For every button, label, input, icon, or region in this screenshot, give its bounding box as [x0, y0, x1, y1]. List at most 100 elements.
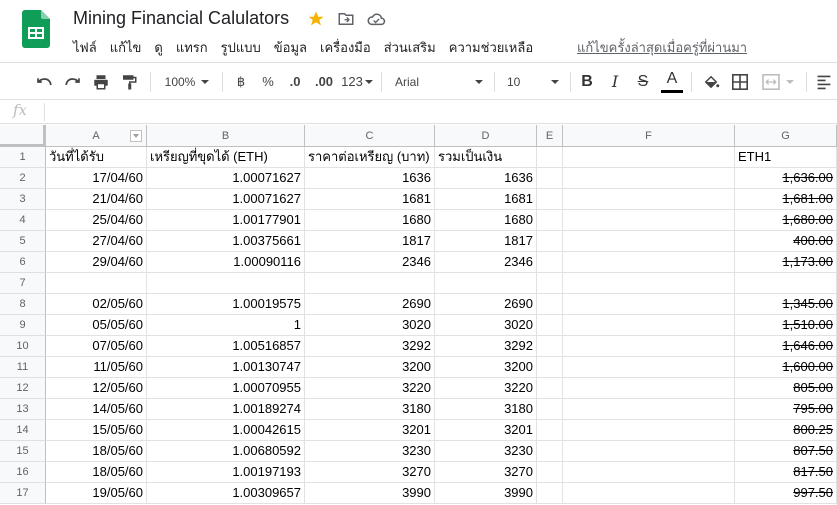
cell-b9[interactable]: 1 [147, 315, 305, 336]
cell-a14[interactable]: 15/05/60 [46, 420, 147, 441]
cell-e7[interactable] [537, 273, 563, 294]
cell-a10[interactable]: 07/05/60 [46, 336, 147, 357]
row-header[interactable]: 17 [0, 483, 46, 504]
row-header[interactable]: 2 [0, 168, 46, 189]
row-header[interactable]: 9 [0, 315, 46, 336]
cell-e9[interactable] [537, 315, 563, 336]
row-header[interactable]: 12 [0, 378, 46, 399]
cell-b4[interactable]: 1.00177901 [147, 210, 305, 231]
cloud-saved-icon[interactable] [366, 9, 386, 29]
cell-d8[interactable]: 2690 [435, 294, 537, 315]
row-header[interactable]: 7 [0, 273, 46, 294]
cell-c5[interactable]: 1817 [305, 231, 435, 252]
cell-f7[interactable] [563, 273, 735, 294]
cell-b12[interactable]: 1.00070955 [147, 378, 305, 399]
cell-g4[interactable]: 1,680.00 [735, 210, 837, 231]
bold-button[interactable]: B [577, 63, 597, 100]
cell-a7[interactable] [46, 273, 147, 294]
cell-g17[interactable]: 997.50 [735, 483, 837, 504]
cell-g16[interactable]: 817.50 [735, 462, 837, 483]
cell-c16[interactable]: 3270 [305, 462, 435, 483]
menu-format[interactable]: รูปแบบ [221, 37, 261, 58]
row-header[interactable]: 13 [0, 399, 46, 420]
menu-file[interactable]: ไฟล์ [73, 37, 97, 58]
cell-e11[interactable] [537, 357, 563, 378]
row-header[interactable]: 15 [0, 441, 46, 462]
cell-b2[interactable]: 1.00071627 [147, 168, 305, 189]
cell-d11[interactable]: 3200 [435, 357, 537, 378]
zoom-select[interactable]: 100% [158, 63, 216, 100]
row-header[interactable]: 8 [0, 294, 46, 315]
cell-b5[interactable]: 1.00375661 [147, 231, 305, 252]
menu-edit[interactable]: แก้ไข [110, 37, 142, 58]
fill-color-button[interactable] [700, 63, 722, 100]
currency-format-button[interactable]: ฿ [231, 63, 251, 100]
cell-f1[interactable] [563, 147, 735, 168]
cell-a11[interactable]: 11/05/60 [46, 357, 147, 378]
cell-b17[interactable]: 1.00309657 [147, 483, 305, 504]
filter-dropdown-icon[interactable] [130, 130, 142, 142]
cell-c9[interactable]: 3020 [305, 315, 435, 336]
cell-c1[interactable]: ราคาต่อเหรียญ (บาท) [305, 147, 435, 168]
column-header-e[interactable]: E [537, 125, 563, 147]
column-header-c[interactable]: C [305, 125, 435, 147]
cell-g14[interactable]: 800.25 [735, 420, 837, 441]
cell-a17[interactable]: 19/05/60 [46, 483, 147, 504]
cell-d9[interactable]: 3020 [435, 315, 537, 336]
cell-c15[interactable]: 3230 [305, 441, 435, 462]
row-header[interactable]: 3 [0, 189, 46, 210]
cell-d17[interactable]: 3990 [435, 483, 537, 504]
row-header[interactable]: 4 [0, 210, 46, 231]
cell-a13[interactable]: 14/05/60 [46, 399, 147, 420]
cell-g5[interactable]: 400.00 [735, 231, 837, 252]
select-all-corner[interactable] [0, 125, 46, 147]
cell-b7[interactable] [147, 273, 305, 294]
cell-g9[interactable]: 1,510.00 [735, 315, 837, 336]
cell-c14[interactable]: 3201 [305, 420, 435, 441]
cell-e10[interactable] [537, 336, 563, 357]
cell-b14[interactable]: 1.00042615 [147, 420, 305, 441]
cell-f4[interactable] [563, 210, 735, 231]
cell-e4[interactable] [537, 210, 563, 231]
cell-b3[interactable]: 1.00071627 [147, 189, 305, 210]
row-header[interactable]: 10 [0, 336, 46, 357]
text-color-button[interactable]: A [660, 63, 684, 100]
undo-button[interactable] [32, 63, 56, 100]
cell-f13[interactable] [563, 399, 735, 420]
cell-d13[interactable]: 3180 [435, 399, 537, 420]
cell-b15[interactable]: 1.00680592 [147, 441, 305, 462]
cell-a16[interactable]: 18/05/60 [46, 462, 147, 483]
cell-c7[interactable] [305, 273, 435, 294]
cell-b1[interactable]: เหรียญที่ขุดได้ (ETH) [147, 147, 305, 168]
cell-b16[interactable]: 1.00197193 [147, 462, 305, 483]
move-folder-icon[interactable] [336, 9, 356, 29]
row-header[interactable]: 1 [0, 147, 46, 168]
cell-d6[interactable]: 2346 [435, 252, 537, 273]
horizontal-align-button[interactable] [813, 63, 835, 100]
cell-g6[interactable]: 1,173.00 [735, 252, 837, 273]
cell-d14[interactable]: 3201 [435, 420, 537, 441]
cell-g10[interactable]: 1,646.00 [735, 336, 837, 357]
last-edit-link[interactable]: แก้ไขครั้งล่าสุดเมื่อครู่ที่ผ่านมา [577, 37, 747, 58]
merge-cells-button[interactable] [757, 63, 799, 100]
cell-g7[interactable] [735, 273, 837, 294]
cell-g11[interactable]: 1,600.00 [735, 357, 837, 378]
cell-e17[interactable] [537, 483, 563, 504]
cell-a2[interactable]: 17/04/60 [46, 168, 147, 189]
cell-c10[interactable]: 3292 [305, 336, 435, 357]
decrease-decimal-button[interactable]: .0 [283, 63, 307, 100]
cell-f3[interactable] [563, 189, 735, 210]
row-header[interactable]: 11 [0, 357, 46, 378]
cell-a3[interactable]: 21/04/60 [46, 189, 147, 210]
increase-decimal-button[interactable]: .00 [311, 63, 337, 100]
cell-g3[interactable]: 1,681.00 [735, 189, 837, 210]
cell-f8[interactable] [563, 294, 735, 315]
cell-d2[interactable]: 1636 [435, 168, 537, 189]
redo-button[interactable] [61, 63, 85, 100]
font-size-select[interactable]: 10 [502, 63, 564, 100]
cell-g2[interactable]: 1,636.00 [735, 168, 837, 189]
cell-a9[interactable]: 05/05/60 [46, 315, 147, 336]
cell-e5[interactable] [537, 231, 563, 252]
row-header[interactable]: 6 [0, 252, 46, 273]
cell-f12[interactable] [563, 378, 735, 399]
